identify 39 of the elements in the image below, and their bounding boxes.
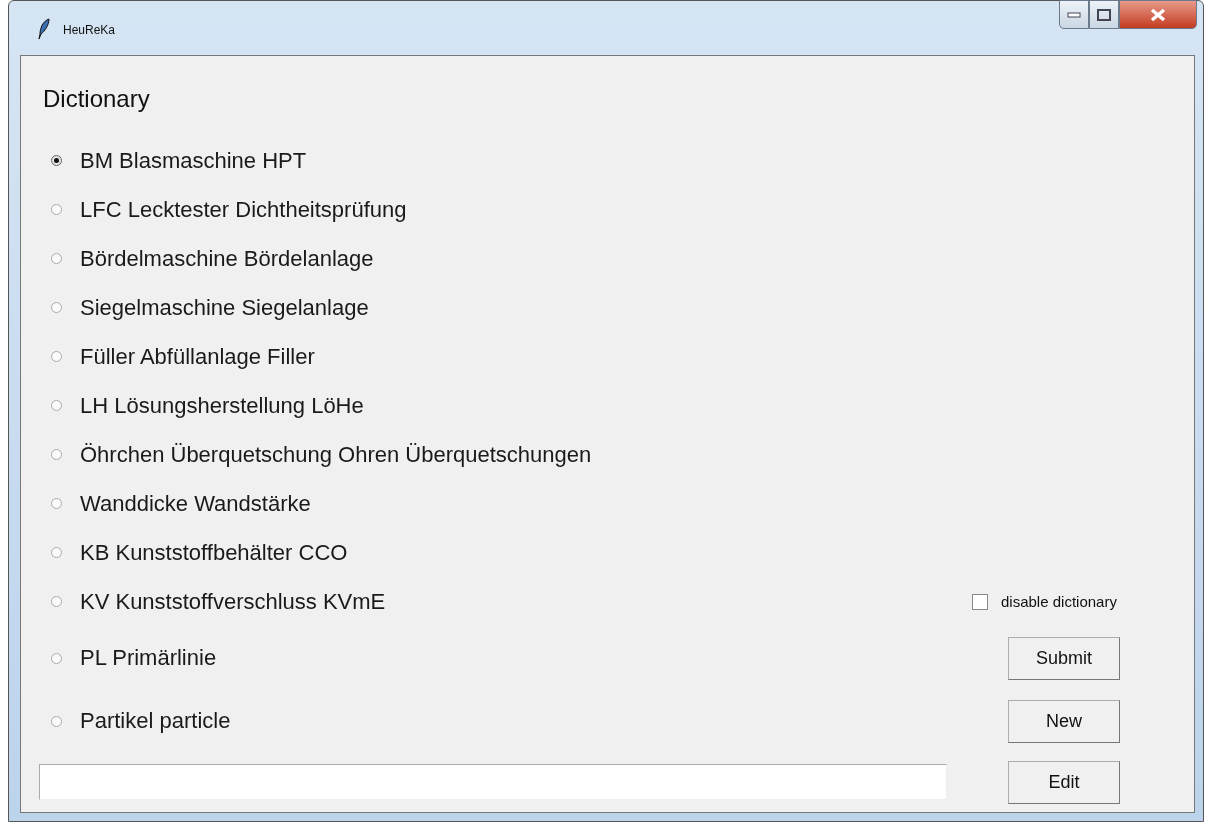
radio-option[interactable]: BM Blasmaschine HPT <box>51 136 307 185</box>
radio-option[interactable]: KV Kunststoffverschluss KVmE <box>51 577 386 626</box>
radio-button[interactable] <box>51 652 62 664</box>
radio-option[interactable]: Siegelmaschine Siegelanlage <box>51 283 369 332</box>
dictionary-heading: Dictionary <box>43 84 151 113</box>
radio-option[interactable]: Öhrchen Überquetschung Ohren Überquetschungen <box>51 430 592 479</box>
radio-button[interactable] <box>51 351 62 362</box>
radio-option[interactable]: LFC Lecktester Dichtheitsprüfung <box>51 185 407 234</box>
checkbox[interactable] <box>972 593 988 610</box>
feather-icon <box>37 18 51 40</box>
radio-button[interactable] <box>51 449 62 460</box>
radio-button[interactable] <box>51 596 62 607</box>
radio-option[interactable]: Partikel particle <box>51 690 231 752</box>
action-button[interactable]: New <box>1008 699 1120 743</box>
radio-button[interactable] <box>51 155 62 166</box>
radio-button[interactable] <box>51 498 62 509</box>
close-icon <box>1150 7 1166 22</box>
checkbox-label: disable dictionary <box>1001 593 1117 610</box>
maximize-icon <box>1097 8 1111 21</box>
radio-button[interactable] <box>51 204 62 215</box>
minimize-button[interactable] <box>1059 0 1089 29</box>
radio-option[interactable]: KB Kunststoffbehälter CCO <box>51 528 348 577</box>
radio-button[interactable] <box>51 253 62 264</box>
radio-option[interactable]: Füller Abfüllanlage Filler <box>51 332 315 381</box>
action-button[interactable]: Submit <box>1008 636 1120 680</box>
radio-option[interactable]: LH Lösungsherstellung LöHe <box>51 381 364 430</box>
minimize-icon <box>1067 11 1081 18</box>
maximize-button[interactable] <box>1089 0 1119 29</box>
radio-button[interactable] <box>51 547 62 558</box>
radio-option[interactable]: Bördelmaschine Bördelanlage <box>51 234 374 283</box>
action-button[interactable]: Edit <box>1008 760 1120 804</box>
radio-button[interactable] <box>51 715 62 727</box>
close-button[interactable] <box>1119 0 1197 29</box>
text-input-field[interactable] <box>39 764 947 800</box>
radio-button[interactable] <box>51 400 62 411</box>
radio-option[interactable]: PL Primärlinie <box>51 626 217 690</box>
window-title: HeuReKa <box>63 23 116 37</box>
radio-button[interactable] <box>51 302 62 313</box>
radio-option[interactable]: Wanddicke Wandstärke <box>51 479 311 528</box>
